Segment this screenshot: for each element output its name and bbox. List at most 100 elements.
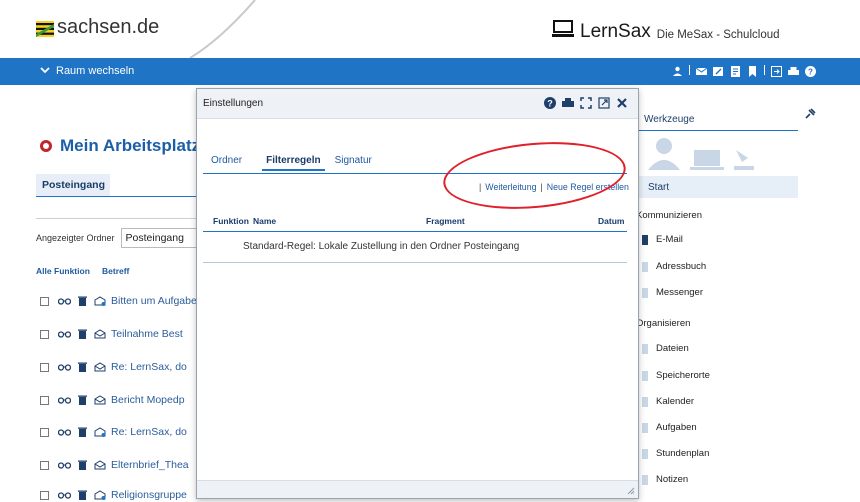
person-down-icon[interactable] <box>672 64 683 76</box>
envelope-icon <box>93 296 107 306</box>
tool-icon <box>642 234 648 245</box>
tools-start-item[interactable]: Start <box>628 176 798 198</box>
header-subject[interactable]: Betreff <box>102 266 129 276</box>
trash-icon[interactable] <box>75 395 89 405</box>
trash-icon[interactable] <box>75 296 89 306</box>
trash-icon[interactable] <box>75 329 89 339</box>
mail-list-item[interactable]: Bericht Mopedp <box>40 393 200 407</box>
folder-select[interactable]: Posteingang <box>120 228 201 248</box>
tab-ordner[interactable]: Ordner <box>211 155 252 171</box>
close-icon[interactable] <box>616 97 628 109</box>
tools-item-label: E-Mail <box>656 234 683 245</box>
tool-icon <box>642 343 648 354</box>
mail-subject[interactable]: Bericht Mopedp <box>111 394 185 406</box>
trash-icon[interactable] <box>75 490 89 500</box>
room-switch-button[interactable]: Raum wechseln <box>40 65 134 77</box>
trash-icon[interactable] <box>75 460 89 470</box>
pin-icon[interactable] <box>804 108 816 123</box>
help-icon[interactable]: ? <box>805 64 816 77</box>
lernsax-logo[interactable]: LernSax Die MeSax - Schulcloud <box>552 20 780 43</box>
mail-checkbox[interactable] <box>40 362 49 372</box>
tools-item[interactable]: Dateien <box>642 343 689 354</box>
tools-item[interactable]: E-Mail <box>642 234 683 245</box>
trash-icon[interactable] <box>75 427 89 437</box>
tab-signatur[interactable]: Signatur <box>335 155 382 171</box>
col-date[interactable]: Datum <box>598 216 624 226</box>
mail-subject[interactable]: Bitten um Aufgaben <box>111 295 200 307</box>
help-icon[interactable]: ? <box>544 97 556 109</box>
tools-item-label: Adressbuch <box>656 261 707 272</box>
divider-icon <box>689 64 690 75</box>
glasses-icon[interactable] <box>57 461 71 469</box>
trash-icon[interactable] <box>75 362 89 372</box>
resize-grip-icon[interactable] <box>627 487 635 495</box>
mail-list-item[interactable]: Bitten um Aufgaben <box>40 294 200 308</box>
tools-item-label: Speicherorte <box>656 370 710 381</box>
tools-item[interactable]: Adressbuch <box>642 261 706 272</box>
header-swoosh <box>189 0 256 58</box>
mail-icon[interactable] <box>695 64 708 75</box>
tools-item-label: Aufgaben <box>656 422 697 433</box>
divider-icon <box>764 64 765 75</box>
dialog-header: Einstellungen ? <box>197 89 638 119</box>
print-icon[interactable] <box>788 64 799 75</box>
glasses-icon[interactable] <box>57 396 71 404</box>
divider <box>36 218 196 219</box>
tool-icon <box>642 287 648 298</box>
col-name[interactable]: Name <box>253 216 276 226</box>
envelope-icon <box>93 362 107 372</box>
mail-subject[interactable]: Teilnahme Best <box>111 328 183 340</box>
header-all[interactable]: Alle <box>36 266 54 276</box>
glasses-icon[interactable] <box>57 491 71 499</box>
mail-subject[interactable]: Re: LernSax, do <box>111 426 187 438</box>
print-icon[interactable] <box>562 97 574 109</box>
fullscreen-icon[interactable] <box>580 97 592 109</box>
tools-panel: Werkzeuge Start Kommunizieren E-Mail Adre… <box>628 100 860 502</box>
mail-subject[interactable]: Elternbrief_Thea <box>111 459 189 471</box>
mail-list-item[interactable]: Re: LernSax, do <box>40 425 200 439</box>
mail-list-item[interactable]: Re: LernSax, do <box>40 360 200 374</box>
sachsen-logo[interactable]: sachsen.de <box>36 16 159 39</box>
glasses-icon[interactable] <box>57 297 71 305</box>
table-row[interactable]: Standard-Regel: Lokale Zustellung in den… <box>243 241 519 252</box>
tools-item[interactable]: Aufgaben <box>642 422 697 433</box>
detach-icon[interactable] <box>598 97 610 109</box>
tools-item[interactable]: Notizen <box>642 474 688 485</box>
tools-item[interactable]: Kalender <box>642 396 694 407</box>
mail-list-item[interactable]: Religionsgruppe <box>40 488 200 502</box>
mail-checkbox[interactable] <box>40 395 49 405</box>
tool-icon <box>642 448 648 459</box>
mail-subject[interactable]: Religionsgruppe <box>111 489 187 501</box>
tab-inbox[interactable]: Posteingang <box>36 174 110 196</box>
brand-tagline: Die MeSax - Schulcloud <box>656 29 780 41</box>
glasses-icon[interactable] <box>57 428 71 436</box>
bookmark-icon[interactable] <box>747 64 758 77</box>
mail-list-item[interactable]: Elternbrief_Thea <box>40 458 200 472</box>
glasses-icon[interactable] <box>57 363 71 371</box>
mail-checkbox[interactable] <box>40 296 49 306</box>
tools-item[interactable]: Messenger <box>642 287 703 298</box>
tab-filterregeln[interactable]: Filterregeln <box>262 155 325 171</box>
tools-item[interactable]: Speicherorte <box>642 370 710 381</box>
tools-item-label: Kalender <box>656 396 695 407</box>
brand-name: LernSax <box>580 21 651 42</box>
mail-checkbox[interactable] <box>40 490 49 500</box>
tool-icon <box>642 422 648 433</box>
folder-selector-row: Angezeigter Ordner Posteingang <box>36 228 201 248</box>
glasses-icon[interactable] <box>57 330 71 338</box>
folder-label: Angezeigter Ordner <box>36 233 115 243</box>
room-switch-label: Raum wechseln <box>56 65 135 77</box>
tools-item-label: Dateien <box>656 343 689 354</box>
tools-item[interactable]: Stundenplan <box>642 448 709 459</box>
envelope-icon <box>93 427 107 437</box>
mail-subject[interactable]: Re: LernSax, do <box>111 361 187 373</box>
mail-checkbox[interactable] <box>40 329 49 339</box>
mail-checkbox[interactable] <box>40 427 49 437</box>
tools-item-label: Notizen <box>656 474 689 485</box>
note-icon[interactable] <box>730 64 741 77</box>
mail-checkbox[interactable] <box>40 460 49 470</box>
edit-icon[interactable] <box>713 64 724 76</box>
tools-item-label: Stundenplan <box>656 448 710 459</box>
logout-icon[interactable] <box>771 64 782 77</box>
mail-list-item[interactable]: Teilnahme Best <box>40 327 200 341</box>
